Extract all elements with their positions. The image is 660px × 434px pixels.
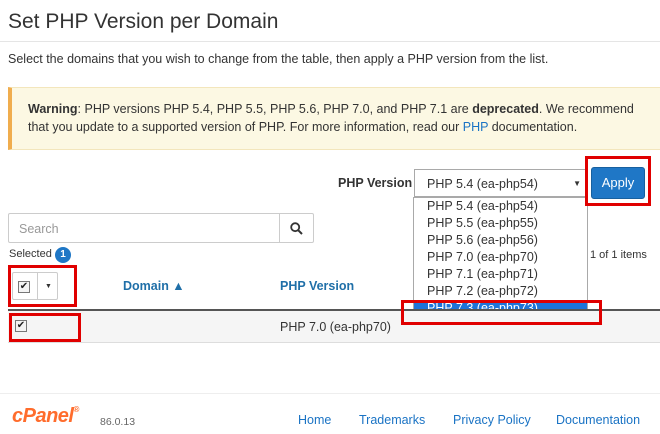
column-header-php-version[interactable]: PHP Version (280, 279, 354, 293)
search-button[interactable] (279, 213, 314, 243)
items-count: 1 of 1 items (590, 249, 647, 261)
php-option-71[interactable]: PHP 7.1 (ea-php71) (414, 266, 587, 283)
deprecation-warning: Warning: PHP versions PHP 5.4, PHP 5.5, … (8, 87, 660, 150)
selected-label: Selected (9, 248, 52, 260)
deprecated-text: deprecated (472, 102, 539, 116)
cpanel-logo: cPanel® (12, 405, 79, 427)
php-option-55[interactable]: PHP 5.5 (ea-php55) (414, 215, 587, 232)
footer-divider (0, 393, 660, 394)
php-option-56[interactable]: PHP 5.6 (ea-php56) (414, 232, 587, 249)
version-number: 86.0.13 (100, 416, 136, 428)
footer-link-trademarks[interactable]: Trademarks (359, 413, 425, 427)
title-divider (0, 41, 660, 42)
highlight-box-row-checkbox (9, 313, 81, 342)
warning-label: Warning (28, 102, 78, 116)
warning-line-2: that you update to a supported version o… (28, 120, 578, 134)
php-option-72[interactable]: PHP 7.2 (ea-php72) (414, 283, 587, 300)
footer-link-documentation[interactable]: Documentation (556, 413, 640, 427)
footer-link-home[interactable]: Home (298, 413, 331, 427)
warning-line-1: Warning: PHP versions PHP 5.4, PHP 5.5, … (28, 102, 634, 116)
page-description: Select the domains that you wish to chan… (8, 52, 549, 66)
highlight-box-select-all (8, 265, 77, 307)
php-version-label: PHP Version (338, 176, 413, 190)
chevron-down-icon: ▼ (573, 179, 581, 188)
search-icon (290, 222, 303, 235)
column-header-domain[interactable]: Domain ▲ (123, 279, 185, 293)
php-doc-link[interactable]: PHP (463, 120, 488, 134)
page-title: Set PHP Version per Domain (8, 10, 279, 33)
php-option-70[interactable]: PHP 7.0 (ea-php70) (414, 249, 587, 266)
highlight-box-apply (585, 156, 651, 206)
php-version-selected-value: PHP 5.4 (ea-php54) (427, 177, 538, 191)
row-php-version: PHP 7.0 (ea-php70) (280, 320, 391, 334)
highlight-box-php73 (401, 300, 602, 325)
php-version-select[interactable]: PHP 5.4 (ea-php54) ▼ (414, 169, 588, 197)
footer-link-privacy-policy[interactable]: Privacy Policy (453, 413, 531, 427)
search-input[interactable]: Search (8, 213, 280, 243)
selected-count-badge: 1 (55, 247, 71, 263)
php-option-54[interactable]: PHP 5.4 (ea-php54) (414, 198, 587, 215)
